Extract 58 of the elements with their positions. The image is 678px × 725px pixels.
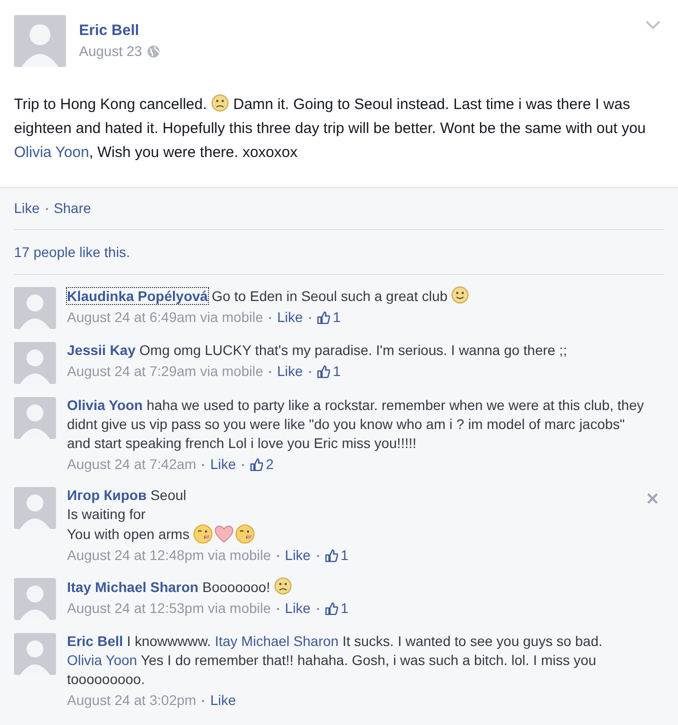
avatar: [14, 487, 56, 529]
mention-link[interactable]: Itay Michael Sharon: [214, 633, 339, 649]
comment-text: Olivia Yoon haha we used to party like a rockstar. remember when we were at this club, they didnt give us vip pass so you were like "do you know who am i ? im model of marc jacobs" and start speaking french Lol i love you Eric miss you!!!!!: [67, 396, 644, 453]
frown-emoji-icon: [211, 94, 230, 112]
kiss-emoji-icon: [193, 524, 214, 544]
like-count-link[interactable]: 1: [324, 599, 348, 618]
thumbs-up-icon: [250, 458, 263, 471]
like-link[interactable]: Like: [210, 455, 236, 474]
like-link[interactable]: Like: [210, 691, 236, 710]
avatar: [14, 15, 66, 67]
avatar: [14, 578, 56, 620]
comment-time: August 24 at 7:29am via mobile: [67, 362, 264, 381]
like-count-link[interactable]: 1: [316, 362, 341, 381]
author-link[interactable]: Jessii Kay: [67, 342, 136, 358]
like-link[interactable]: Like: [284, 599, 311, 618]
post-text: Trip to Hong Kong cancelled. Damn it. Going to Seoul instead. Last time i was there I was eighteen and hated it. Hopefully this three day trip will be better. Wont be the same with out you Olivia Yoon, Wish you were there. xoxoxox: [14, 93, 647, 163]
comment-text: Itay Michael Sharon Booooooo!: [67, 577, 348, 597]
close-icon[interactable]: [647, 493, 658, 504]
like-link[interactable]: Like: [284, 546, 311, 565]
comment-time: August 24 at 12:53pm via mobile: [67, 599, 271, 618]
mention-link[interactable]: Olivia Yoon: [14, 144, 90, 161]
heart-icon: [213, 524, 236, 544]
author-link[interactable]: Eric Bell: [79, 21, 160, 41]
smile-emoji-icon: [451, 286, 470, 304]
thumbs-up-icon: [324, 549, 338, 562]
author-link[interactable]: Klaudinka Popélyová: [67, 288, 208, 304]
chevron-down-icon[interactable]: [645, 20, 661, 30]
like-count-link[interactable]: 1: [324, 546, 348, 565]
avatar: [14, 633, 56, 675]
comment-text: Jessii Kay Omg omg LUCKY that's my paradise. I'm serious. I wanna go there ;;: [67, 341, 567, 360]
avatar: [14, 342, 56, 384]
author-link[interactable]: Olivia Yoon: [67, 397, 143, 413]
kiss-emoji-icon: [235, 524, 256, 544]
thumbs-up-icon: [316, 311, 330, 324]
like-count-link[interactable]: 1: [316, 308, 341, 327]
comment-time: August 24 at 3:02pm: [67, 691, 196, 710]
comment-time: August 24 at 12:48pm via mobile: [67, 546, 271, 565]
likes-summary-link[interactable]: 17 people like this.: [14, 242, 130, 262]
comment-text: Klaudinka Popélyová Go to Eden in Seoul such a great club: [67, 286, 470, 306]
action-link[interactable]: Share: [54, 198, 92, 219]
mention-link[interactable]: Olivia Yoon: [67, 652, 138, 668]
author-link[interactable]: Игор Киров: [67, 487, 147, 503]
action-link[interactable]: Like: [14, 198, 40, 219]
author-link[interactable]: Eric Bell: [67, 633, 124, 649]
comment-text: Eric Bell I knowwwww. Itay Michael Sharon It sucks. I wanted to see you guys so bad. Olivia Yoon Yes I do remember that!! hahaha. Gosh, i was such a bitch. lol. I miss you tooooooooo.: [67, 632, 604, 689]
comment-time: August 24 at 6:49am via mobile: [67, 308, 264, 327]
avatar: [14, 397, 56, 439]
comment-time: August 24 at 7:42am: [67, 455, 196, 474]
frown-emoji-icon: [274, 577, 292, 595]
globe-icon: [147, 44, 160, 58]
thumbs-up-icon: [324, 602, 338, 615]
like-link[interactable]: Like: [277, 362, 303, 381]
author-link[interactable]: Itay Michael Sharon: [67, 579, 198, 595]
thumbs-up-icon: [316, 365, 330, 378]
comment-text: Игор Киров Seoul Is waiting for You with open arms: [67, 486, 348, 544]
avatar: [14, 287, 56, 329]
like-count-link[interactable]: 2: [250, 455, 274, 474]
like-link[interactable]: Like: [277, 308, 303, 327]
